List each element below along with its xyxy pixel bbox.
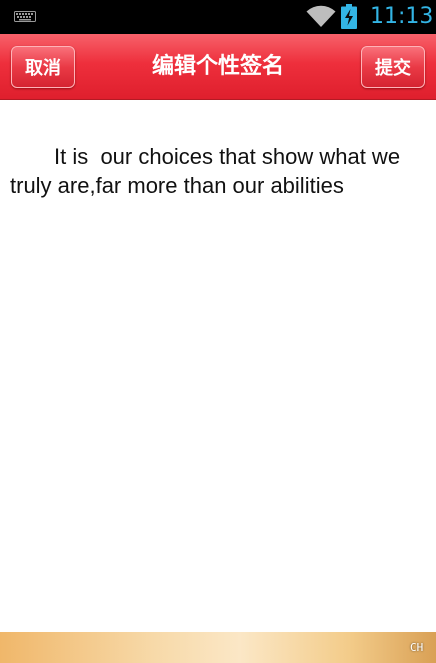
ime-indicator: CH xyxy=(410,641,424,654)
clock: 11:13 xyxy=(370,4,434,29)
battery-charging-icon xyxy=(341,4,357,29)
wifi-icon xyxy=(306,5,336,27)
cancel-button[interactable]: 取消 xyxy=(11,46,75,88)
submit-button[interactable]: 提交 xyxy=(361,46,425,88)
bottom-bar: CH xyxy=(0,632,436,663)
keyboard-icon xyxy=(14,11,36,22)
page-title: 编辑个性签名 xyxy=(151,54,284,79)
signature-input[interactable]: It is our choices that show what we trul… xyxy=(10,142,430,200)
status-bar: 11:13 xyxy=(0,0,436,34)
title-bar: 取消 编辑个性签名 提交 xyxy=(0,34,436,100)
